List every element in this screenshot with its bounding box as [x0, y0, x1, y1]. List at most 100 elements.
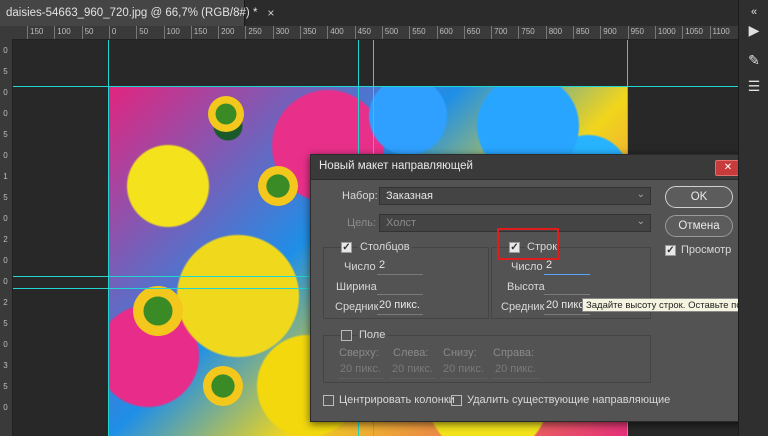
flower-center — [258, 166, 298, 206]
ruler-label: 0 — [3, 46, 8, 55]
columns-width-input[interactable] — [377, 279, 423, 295]
ruler-label: 150 — [193, 27, 208, 36]
ruler-tick — [573, 26, 574, 39]
ruler-label: 1100 — [712, 27, 730, 36]
guide-vertical[interactable] — [108, 40, 109, 436]
flower-center — [203, 366, 243, 406]
ruler-tick — [409, 26, 411, 39]
chevron-down-icon: ⌄ — [636, 189, 645, 200]
ruler-tick — [27, 26, 28, 39]
ruler-label: 250 — [248, 27, 262, 36]
margin-top-label: Сверху: — [339, 347, 379, 359]
ruler-tick — [682, 26, 684, 39]
ruler-label: 150 — [30, 27, 44, 36]
ruler-label: 1 — [3, 172, 8, 181]
ruler-label: 650 — [466, 27, 481, 36]
margin-bottom-label: Снизу: — [443, 347, 477, 359]
ruler-label: 5 — [3, 382, 8, 391]
ruler-label: 0 — [111, 27, 117, 36]
ruler-label: 50 — [139, 27, 149, 36]
ruler-label: 300 — [275, 27, 290, 36]
ruler-tick — [163, 26, 165, 39]
rows-gutter-label: Средник — [501, 301, 545, 313]
margin-top-input: 20 пикс. — [338, 363, 384, 379]
ruler-label: 2 — [3, 298, 8, 307]
ruler-tick — [491, 26, 493, 39]
play-icon[interactable]: ▶ — [744, 20, 764, 40]
ruler-tick — [54, 26, 56, 39]
new-guide-layout-dialog: Новый макет направляющей ✕ Набор: Заказн… — [310, 154, 746, 422]
columns-count-input[interactable]: 2 — [377, 259, 423, 275]
columns-label: Столбцов — [358, 241, 412, 253]
ruler-label: 5 — [3, 319, 8, 328]
ruler-label: 450 — [357, 27, 371, 36]
margin-left-input: 20 пикс. — [390, 363, 436, 379]
ruler-label: 800 — [548, 27, 563, 36]
ruler-label: 0 — [3, 151, 8, 160]
preview-checkbox[interactable]: ✓ — [665, 245, 676, 256]
cancel-button[interactable]: Отмена — [665, 215, 733, 237]
clear-guides-checkbox[interactable] — [451, 395, 462, 406]
brush-icon[interactable]: ✎ — [744, 50, 764, 70]
center-columns-checkbox[interactable] — [323, 395, 334, 406]
preset-select[interactable]: Заказная ⌄ — [379, 187, 651, 205]
ruler-tick — [300, 26, 301, 39]
ruler-tick — [81, 26, 83, 39]
rows-count-label: Число — [511, 261, 543, 273]
columns-gutter-input[interactable]: 20 пикс. — [377, 299, 423, 315]
target-value: Холст — [386, 217, 417, 229]
ruler-label: 1050 — [685, 27, 703, 36]
ruler-tick — [627, 26, 629, 39]
right-tool-panel: « ▶ ✎ ☰ — [738, 0, 768, 436]
preset-label: Набор: — [342, 190, 378, 202]
ruler-label: 400 — [330, 27, 344, 36]
ruler-label: 3 — [3, 361, 8, 370]
ruler-label: 5 — [3, 67, 8, 76]
ruler-label: 0 — [3, 403, 8, 412]
ruler-label: 0 — [3, 256, 8, 265]
dialog-title: Новый макет направляющей — [319, 160, 473, 172]
preset-value: Заказная — [386, 190, 434, 202]
clear-guides-label: Удалить существующие направляющие — [467, 394, 671, 406]
ruler-horizontal[interactable]: 150 100 50 0 50 100 150 200 250 300 350 400 450 500 55… — [0, 26, 738, 40]
rows-height-label: Высота — [507, 281, 545, 293]
rows-count-input[interactable]: 2 — [544, 259, 590, 275]
ruler-tick — [654, 26, 656, 39]
ruler-label: 0 — [3, 277, 8, 286]
columns-width-label: Ширина — [336, 281, 377, 293]
ruler-label: 750 — [521, 27, 535, 36]
ruler-label: 100 — [166, 27, 180, 36]
ruler-label: 950 — [630, 27, 644, 36]
ruler-tick — [600, 26, 602, 39]
ruler-tick — [354, 26, 356, 39]
guide-horizontal[interactable] — [13, 86, 738, 87]
margin-label: Поле — [357, 329, 388, 341]
columns-gutter-label: Средник — [335, 301, 379, 313]
ruler-vertical[interactable]: 0 5 0 0 5 0 1 5 0 2 0 0 2 5 0 3 5 0 — [0, 39, 13, 436]
flower-center — [208, 96, 244, 132]
document-tab[interactable]: daisies-54663_960_720.jpg @ 66,7% (RGB/8… — [0, 0, 274, 26]
columns-checkbox[interactable]: ✓ — [341, 242, 352, 253]
ruler-label: 1000 — [657, 27, 676, 36]
ruler-label: 5 — [3, 193, 8, 202]
ruler-tick — [381, 26, 383, 39]
ok-button[interactable]: OK — [665, 186, 733, 208]
ruler-label: 700 — [494, 27, 508, 36]
margin-bottom-input: 20 пикс. — [441, 363, 487, 379]
ruler-label: 350 — [303, 27, 317, 36]
sliders-icon[interactable]: ☰ — [744, 76, 764, 96]
margin-checkbox[interactable] — [341, 330, 352, 341]
document-tab-title: daisies-54663_960_720.jpg @ 66,7% (RGB/8… — [6, 7, 258, 19]
ruler-label: 100 — [57, 27, 71, 36]
collapse-icon[interactable]: « — [744, 2, 764, 22]
ruler-label: 0 — [3, 214, 8, 223]
ruler-tick — [436, 26, 438, 39]
ruler-tick — [463, 26, 465, 39]
dialog-title-bar[interactable]: Новый макет направляющей ✕ — [311, 155, 745, 180]
margin-right-label: Справа: — [493, 347, 535, 359]
ruler-label: 0 — [3, 340, 8, 349]
rows-height-input[interactable] — [544, 279, 590, 295]
close-tab-icon[interactable]: × — [267, 6, 274, 20]
ruler-label: 0 — [3, 109, 8, 118]
ruler-tick — [518, 26, 520, 39]
